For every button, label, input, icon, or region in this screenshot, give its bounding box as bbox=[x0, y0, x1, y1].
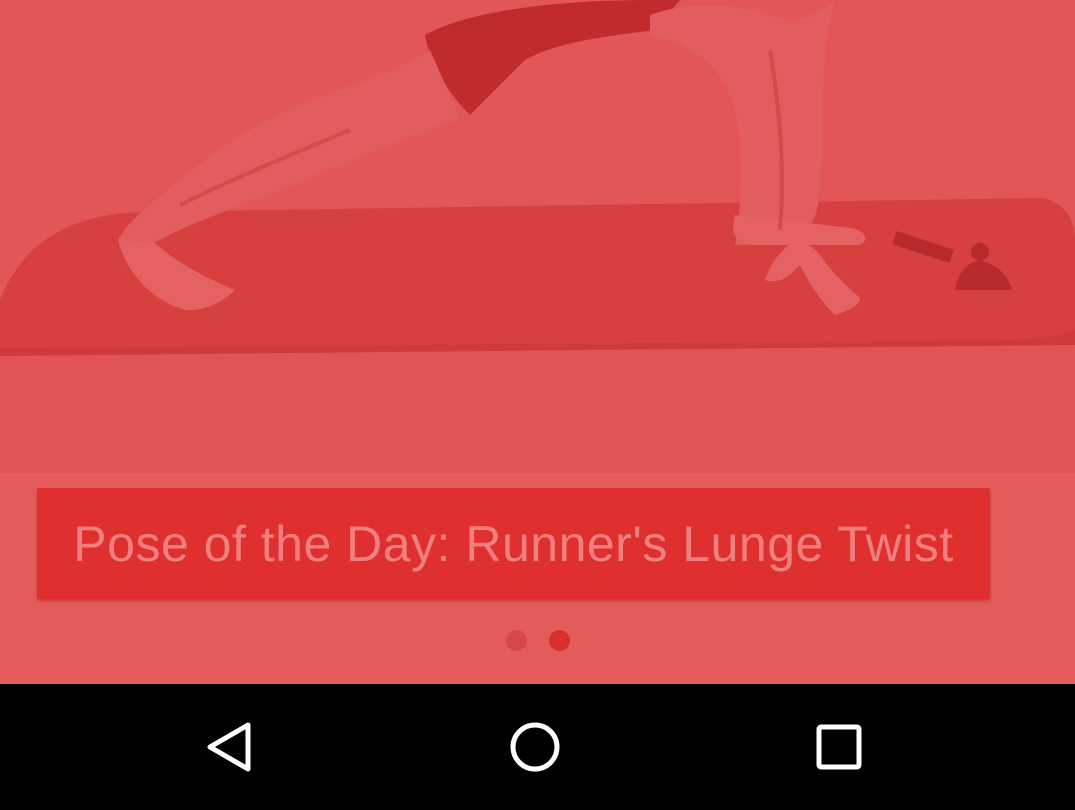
pose-title: Pose of the Day: Runner's Lunge Twist bbox=[73, 515, 954, 572]
pose-photo[interactable] bbox=[0, 0, 1075, 473]
back-triangle-icon bbox=[207, 722, 251, 772]
device-screen: Pose of the Day: Runner's Lunge Twist bbox=[0, 0, 1075, 810]
pose-title-banner[interactable]: Pose of the Day: Runner's Lunge Twist bbox=[37, 488, 990, 599]
page-dot-1[interactable] bbox=[505, 630, 527, 651]
back-button[interactable] bbox=[152, 684, 312, 810]
system-navigation-bar bbox=[0, 684, 1075, 810]
home-circle-icon bbox=[510, 722, 560, 772]
recents-button[interactable] bbox=[759, 684, 919, 810]
pose-of-day-screen: Pose of the Day: Runner's Lunge Twist bbox=[0, 0, 1075, 684]
page-dot-2-active[interactable] bbox=[548, 630, 570, 651]
home-button[interactable] bbox=[455, 684, 615, 810]
recents-square-icon bbox=[816, 724, 862, 770]
page-indicator bbox=[0, 630, 1075, 651]
